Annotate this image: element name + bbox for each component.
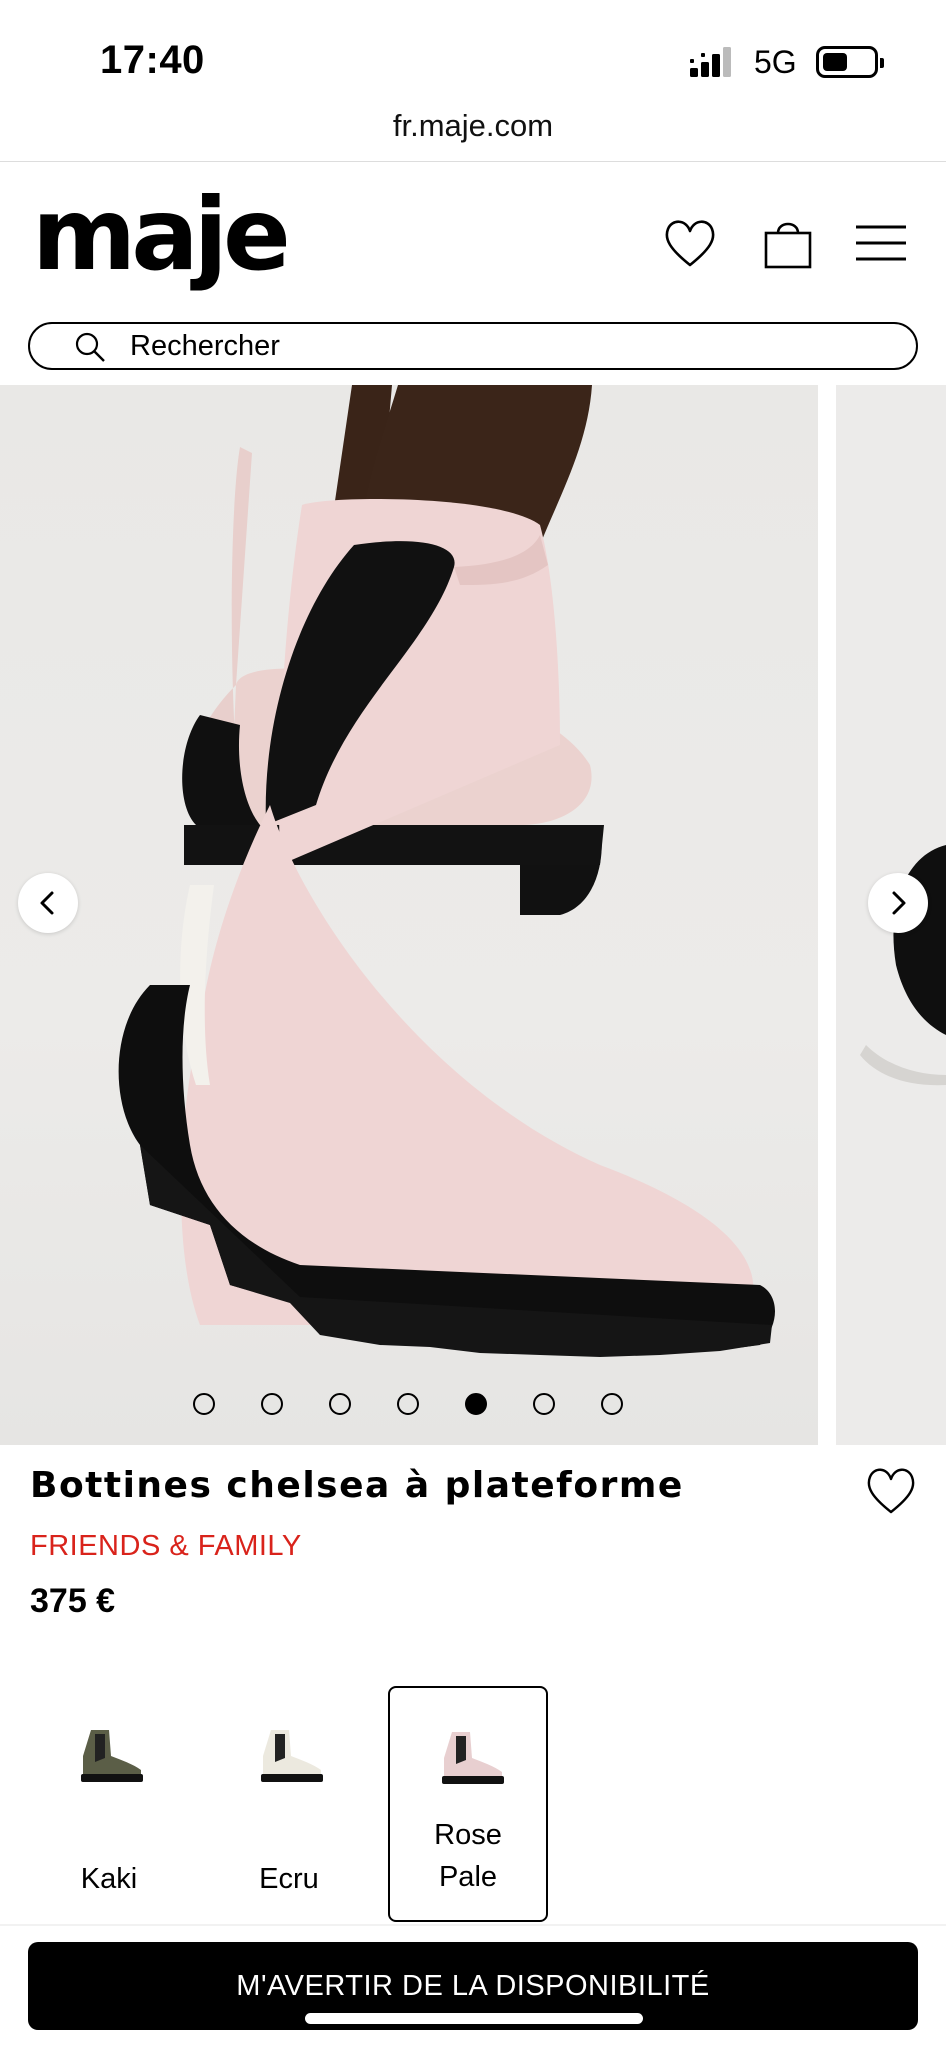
battery-icon bbox=[816, 46, 884, 78]
divider bbox=[0, 1924, 946, 1926]
rose-pale-boot-thumbnail bbox=[442, 1732, 504, 1784]
product-price: 375 € bbox=[30, 1582, 116, 1620]
product-gallery[interactable] bbox=[0, 385, 946, 1445]
carousel-dot[interactable] bbox=[329, 1393, 351, 1415]
product-title: Bottines chelsea à plateforme bbox=[30, 1465, 684, 1506]
search-input[interactable] bbox=[130, 328, 830, 364]
url-text: fr.maje.com bbox=[392, 108, 554, 143]
heart-icon[interactable] bbox=[660, 213, 720, 273]
status-time: 17:40 bbox=[100, 38, 205, 82]
promo-label: FRIENDS & FAMILY bbox=[30, 1530, 302, 1562]
color-label-ecru: Ecru bbox=[259, 1863, 319, 1895]
prev-image-button[interactable] bbox=[18, 873, 78, 933]
carousel-dot[interactable] bbox=[601, 1393, 623, 1415]
carousel-dot[interactable] bbox=[533, 1393, 555, 1415]
ecru-boot-thumbnail bbox=[261, 1730, 323, 1782]
status-bar: 17:40 5G bbox=[0, 0, 946, 110]
signal-icon bbox=[690, 47, 731, 77]
search-bar[interactable] bbox=[28, 322, 918, 370]
network-label: 5G bbox=[754, 44, 797, 80]
menu-icon[interactable] bbox=[852, 213, 912, 273]
url-bar[interactable]: fr.maje.com bbox=[0, 108, 946, 162]
carousel-dot[interactable] bbox=[261, 1393, 283, 1415]
boot-photo bbox=[118, 385, 776, 1357]
carousel-dot-active[interactable] bbox=[465, 1393, 487, 1415]
product-image[interactable] bbox=[0, 385, 818, 1445]
carousel-dot[interactable] bbox=[397, 1393, 419, 1415]
chevron-left-icon bbox=[40, 891, 54, 915]
color-label-kaki: Kaki bbox=[80, 1863, 138, 1895]
chevron-right-icon bbox=[892, 891, 906, 915]
logo[interactable]: maje bbox=[32, 185, 291, 285]
home-indicator bbox=[305, 2013, 643, 2024]
color-label-rose: Rose bbox=[434, 1819, 502, 1851]
bag-icon[interactable] bbox=[758, 213, 818, 273]
color-label-pale: Pale bbox=[438, 1861, 498, 1893]
next-image-button[interactable] bbox=[868, 873, 928, 933]
site-header: maje bbox=[0, 163, 946, 313]
carousel-dot[interactable] bbox=[193, 1393, 215, 1415]
wishlist-heart-icon[interactable] bbox=[862, 1462, 920, 1518]
color-option-kaki[interactable]: Kaki bbox=[29, 1686, 189, 1922]
kaki-boot-thumbnail bbox=[81, 1730, 143, 1782]
carousel-dots bbox=[0, 1393, 818, 1417]
color-selector: Kaki Ecru Rose Pale bbox=[0, 1686, 946, 1926]
color-option-ecru[interactable]: Ecru bbox=[209, 1686, 369, 1922]
color-option-rose-pale[interactable]: Rose Pale bbox=[388, 1686, 548, 1922]
search-icon bbox=[75, 332, 105, 362]
